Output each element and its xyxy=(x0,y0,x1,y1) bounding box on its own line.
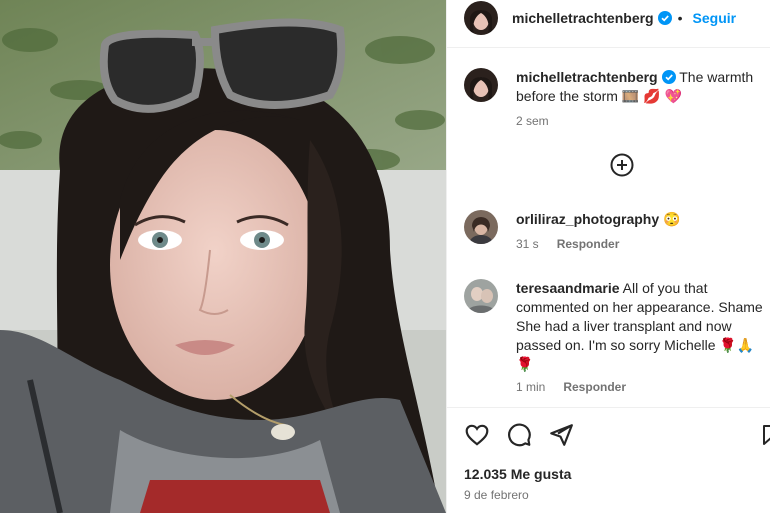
action-bar xyxy=(464,422,770,450)
comment-text: 😳 xyxy=(663,211,681,227)
post-side-panel: michelletrachtenberg • Seguir michelletr… xyxy=(446,0,770,513)
header-divider xyxy=(446,47,770,48)
panel-divider xyxy=(446,0,447,513)
caption: michelletrachtenberg The warmth before t… xyxy=(464,68,764,128)
post-date: 9 de febrero xyxy=(464,488,529,502)
reply-button[interactable]: Responder xyxy=(563,380,626,394)
follow-button[interactable]: Seguir xyxy=(693,10,737,26)
bookmark-icon[interactable] xyxy=(759,422,770,448)
caption-username[interactable]: michelletrachtenberg xyxy=(516,69,658,85)
commenter-avatar[interactable] xyxy=(464,210,498,244)
comment-username[interactable]: orliliraz_photography xyxy=(516,211,659,227)
heart-icon[interactable] xyxy=(464,422,490,448)
comment-time: 1 min xyxy=(516,380,546,394)
comment-meta: 31 s Responder xyxy=(516,237,680,251)
verified-badge-icon xyxy=(657,11,672,25)
reply-button[interactable]: Responder xyxy=(557,237,620,251)
commenter-avatar[interactable] xyxy=(464,279,498,313)
actions-divider xyxy=(446,407,770,408)
comment-icon[interactable] xyxy=(506,422,532,448)
comment-item: teresaandmarie All of you that commented… xyxy=(464,279,770,394)
author-avatar[interactable] xyxy=(464,1,498,35)
likes-count[interactable]: 12.035 Me gusta xyxy=(464,466,571,482)
comment-username[interactable]: teresaandmarie xyxy=(516,280,620,296)
post-header: michelletrachtenberg • Seguir xyxy=(464,1,736,35)
comment-time: 31 s xyxy=(516,237,539,251)
verified-badge-icon xyxy=(661,70,676,84)
post-photo[interactable] xyxy=(0,0,446,513)
caption-time: 2 sem xyxy=(516,114,549,128)
author-username[interactable]: michelletrachtenberg xyxy=(512,10,654,26)
send-icon[interactable] xyxy=(548,422,574,448)
comment-meta: 1 min Responder xyxy=(516,380,770,394)
selfie-image xyxy=(0,0,446,513)
separator-dot: • xyxy=(677,10,683,26)
caption-emojis: 🎞️ 💋 💖 xyxy=(621,88,682,104)
comment-item: orliliraz_photography 😳 31 s Responder xyxy=(464,210,764,251)
caption-avatar[interactable] xyxy=(464,68,498,102)
plus-circle-icon[interactable] xyxy=(610,153,634,182)
